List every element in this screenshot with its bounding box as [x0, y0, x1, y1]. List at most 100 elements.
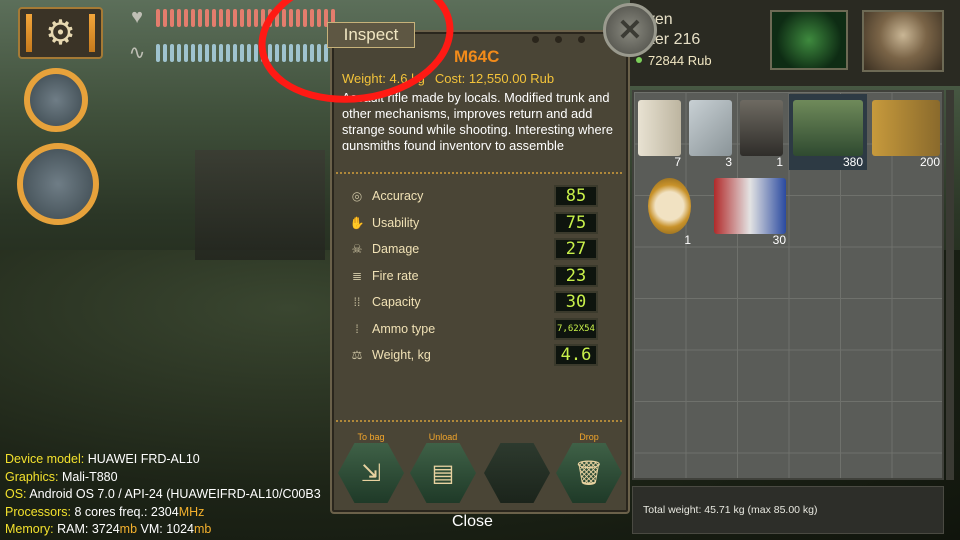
- attr-value: 23: [554, 264, 598, 287]
- ammo-box-icon: [793, 100, 863, 156]
- attr-accuracy: ◎ Accuracy 85: [348, 183, 598, 210]
- settings-button[interactable]: ⚙: [18, 7, 103, 59]
- bar-segment: [317, 8, 321, 27]
- bar-segment: [156, 43, 160, 62]
- stamina-bar: [156, 43, 335, 62]
- item-cost: Cost: 12,550.00 Rub: [434, 71, 555, 86]
- attr-ammo-type: ⁞ Ammo type 7,62X54: [348, 316, 598, 343]
- bullets-icon: ⁞⁞: [353, 295, 361, 310]
- ammo-556-icon: [872, 100, 940, 156]
- action-bar: To bag ⇲ Unload ▤ Drop 🗑: [334, 432, 626, 503]
- bar-segment: [177, 43, 181, 62]
- bar-segment: [240, 43, 244, 62]
- bar-segment: [310, 43, 314, 62]
- inventory-item-ammo-762[interactable]: 380: [789, 94, 867, 170]
- crosshair-icon: ◎: [351, 189, 363, 204]
- inventory-item-can[interactable]: 1: [736, 94, 787, 170]
- inventory-item-ammo-556[interactable]: 200: [868, 94, 944, 170]
- attr-damage: ☠ Damage 27: [348, 236, 598, 263]
- attr-fire-rate: ≣ Fire rate 23: [348, 263, 598, 290]
- shack-silhouette: [195, 150, 325, 260]
- bar-segment: [212, 43, 216, 62]
- bar-segment: [163, 8, 167, 27]
- trash-icon: 🗑: [556, 443, 622, 503]
- bar-segment: [212, 8, 216, 27]
- bar-segment: [275, 43, 279, 62]
- item-name: M64C: [454, 47, 500, 66]
- bar-segment: [170, 8, 174, 27]
- bar-segment: [254, 8, 258, 27]
- bar-segment: [247, 43, 251, 62]
- bag-icon: ⇲: [338, 443, 404, 503]
- map-button[interactable]: [770, 10, 848, 70]
- bar-segment: [282, 8, 286, 27]
- bar-segment: [317, 43, 321, 62]
- avatar[interactable]: [862, 10, 944, 72]
- attributes-list: ◎ Accuracy 85 ✋ Usability 75 ☠ Damage 27…: [348, 183, 598, 369]
- stamina-row: ∿: [124, 40, 335, 65]
- attr-value: 75: [554, 211, 598, 234]
- attr-value: 85: [554, 185, 598, 207]
- bar-segment: [205, 8, 209, 27]
- left-meter: [26, 14, 32, 52]
- close-icon[interactable]: ✕: [603, 3, 657, 57]
- device-info: Device model: HUAWEI FRD-AL10 Graphics: …: [5, 452, 321, 536]
- bar-segment: [289, 43, 293, 62]
- inventory-item-pills[interactable]: 3: [685, 94, 736, 170]
- compass-icon: [648, 178, 691, 234]
- bar-segment: [275, 8, 279, 27]
- bar-segment: [268, 43, 272, 62]
- tab-inspect[interactable]: Inspect: [327, 22, 415, 48]
- item-weight: Weight: 4.6 kg: [342, 71, 425, 86]
- bar-segment: [240, 8, 244, 27]
- bar-segment: [226, 43, 230, 62]
- inventory-item-bandages[interactable]: 7: [634, 94, 685, 170]
- health-bar: [156, 8, 335, 27]
- quick-slot-button-1[interactable]: [24, 68, 88, 132]
- bar-segment: [247, 8, 251, 27]
- bar-segment: [296, 8, 300, 27]
- pills-icon: [689, 100, 732, 156]
- bar-segment: [156, 8, 160, 27]
- total-weight: Total weight: 45.71 kg (max 85.00 kg): [643, 504, 818, 516]
- inventory-item-ammo-box[interactable]: 30: [710, 172, 790, 248]
- bar-segment: [198, 43, 202, 62]
- bar-segment: [184, 43, 188, 62]
- attr-value: 7,62X54: [554, 317, 598, 340]
- ammo-carton-icon: [714, 178, 786, 234]
- bar-segment: [226, 8, 230, 27]
- gear-icon: ⚙: [45, 14, 76, 52]
- inventory-item-compass[interactable]: 1: [644, 172, 695, 248]
- can-icon: [740, 100, 783, 156]
- attr-value: 27: [554, 238, 598, 260]
- bar-segment: [296, 43, 300, 62]
- bar-segment: [205, 43, 209, 62]
- ammo-icon: ⁞: [355, 321, 359, 336]
- bar-segment: [219, 43, 223, 62]
- heart-icon: ♥: [131, 6, 143, 28]
- player-header: aven nker 216 72844 Rub: [630, 0, 960, 86]
- online-indicator: [636, 57, 642, 63]
- attr-capacity: ⁞⁞ Capacity 30: [348, 289, 598, 316]
- unload-button[interactable]: Unload ▤: [408, 432, 478, 503]
- bandage-icon: [638, 100, 681, 156]
- drop-button[interactable]: Drop 🗑: [554, 432, 624, 503]
- hand-icon: ✋: [349, 215, 365, 230]
- to-bag-button[interactable]: To bag ⇲: [336, 432, 406, 503]
- bar-segment: [170, 43, 174, 62]
- item-meta: Weight: 4.6 kg Cost: 12,550.00 Rub: [342, 71, 564, 86]
- inventory-scrollbar[interactable]: [946, 90, 954, 480]
- bar-segment: [233, 43, 237, 62]
- close-button[interactable]: Close: [452, 513, 493, 531]
- player-money: 72844 Rub: [648, 53, 712, 68]
- attr-weight: ⚖ Weight, kg 4.6: [348, 342, 598, 369]
- bar-segment: [310, 8, 314, 27]
- attr-value: 4.6: [554, 344, 598, 366]
- bar-segment: [303, 43, 307, 62]
- bar-segment: [184, 8, 188, 27]
- quick-slot-button-2[interactable]: [17, 143, 99, 225]
- bar-segment: [289, 8, 293, 27]
- bar-segment: [261, 8, 265, 27]
- bar-segment: [261, 43, 265, 62]
- bar-segment: [191, 8, 195, 27]
